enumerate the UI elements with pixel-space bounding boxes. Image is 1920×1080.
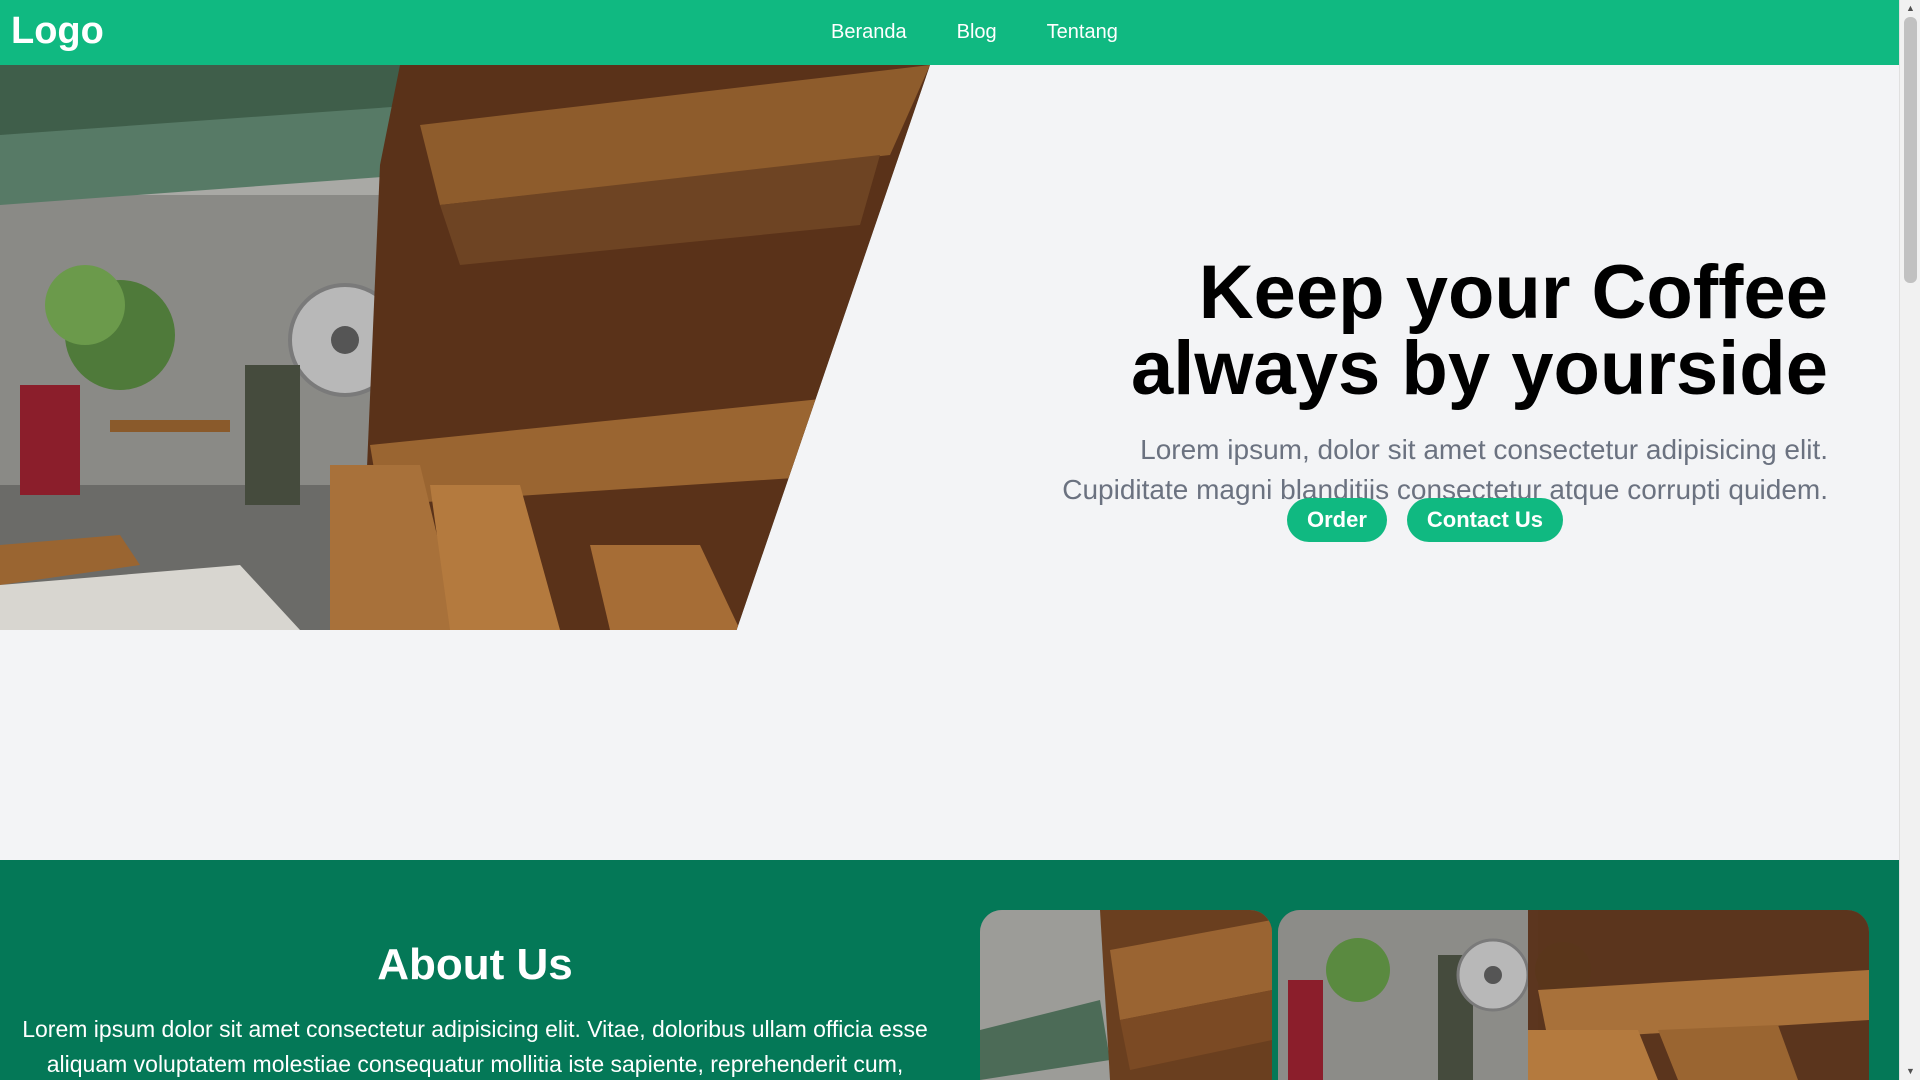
about-title: About Us — [377, 940, 573, 989]
hero-title-line2: always by yourside — [1131, 326, 1828, 411]
nav-link-tentang[interactable]: Tentang — [1047, 21, 1118, 44]
nav-link-beranda[interactable]: Beranda — [831, 21, 907, 44]
scroll-up-arrow-icon[interactable]: ▲ — [1900, 0, 1920, 17]
order-button[interactable]: Order — [1287, 498, 1387, 542]
hero-buttons: Order Contact Us — [1287, 498, 1564, 542]
scroll-down-arrow-icon[interactable]: ▼ — [1900, 1063, 1920, 1080]
about-section: About Us Lorem ipsum dolor sit amet cons… — [0, 860, 1899, 1080]
about-text-line1: Lorem ipsum dolor sit amet consectetur a… — [22, 1016, 928, 1042]
about-text: Lorem ipsum dolor sit amet consectetur a… — [18, 1012, 932, 1080]
hero-cafe-image — [0, 65, 930, 630]
navbar: Logo Beranda Blog Tentang — [0, 0, 1899, 65]
hero-section: Keep your Coffee always by yourside Lore… — [0, 65, 1899, 860]
logo[interactable]: Logo — [11, 10, 104, 53]
hero-content: Keep your Coffee always by yourside Lore… — [928, 255, 1828, 510]
scroll-thumb[interactable] — [1904, 17, 1917, 283]
hero-title-line1: Keep your Coffee — [1198, 250, 1828, 335]
about-text-line2: aliquam voluptatem molestiae consequatur… — [46, 1051, 904, 1077]
contact-us-button[interactable]: Contact Us — [1406, 498, 1564, 542]
page-scrollbar[interactable]: ▲ ▼ — [1899, 0, 1920, 1080]
nav-links: Beranda Blog Tentang — [831, 21, 1118, 44]
about-image-2 — [1278, 910, 1869, 1080]
nav-link-blog[interactable]: Blog — [957, 21, 997, 44]
about-image-1 — [980, 910, 1272, 1080]
hero-title: Keep your Coffee always by yourside — [928, 255, 1828, 407]
hero-desc-line1: Lorem ipsum, dolor sit amet consectetur … — [1140, 434, 1828, 465]
